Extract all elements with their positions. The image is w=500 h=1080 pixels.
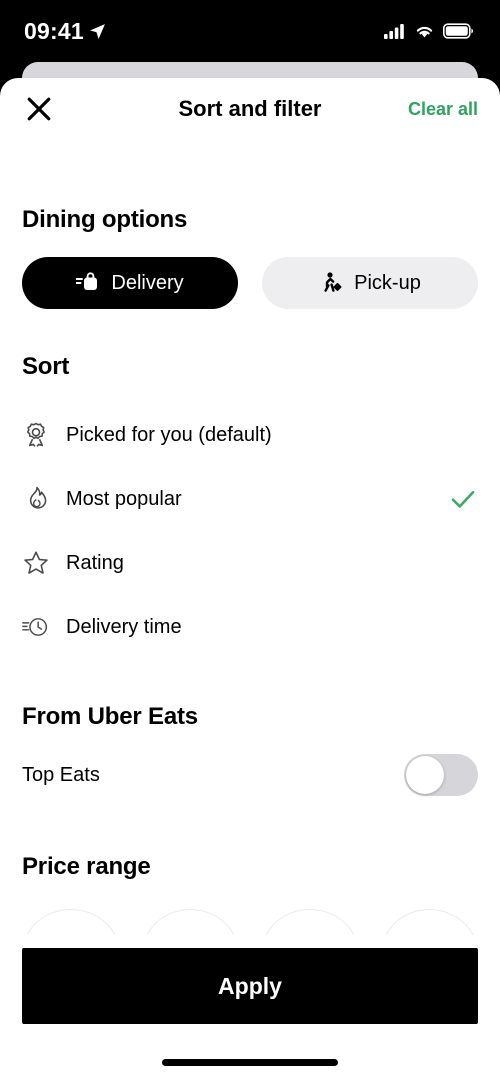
- top-eats-label: Top Eats: [22, 763, 100, 786]
- price-range-title: Price range: [22, 853, 151, 880]
- dining-option-pickup[interactable]: Pick-up: [262, 257, 478, 309]
- sort-option-label: Delivery time: [66, 615, 182, 638]
- sheet-header: Sort and filter Clear all: [0, 78, 500, 140]
- status-bar: 09:41: [0, 0, 500, 62]
- battery-full-icon: [443, 23, 473, 39]
- sort-options-list: Picked for you (default) Most popular Ra…: [22, 403, 478, 659]
- sort-option-most-popular[interactable]: Most popular: [22, 467, 478, 531]
- phone-screen: 09:41 Sort and filter Clear all Dining o…: [0, 0, 500, 1080]
- flame-icon: [22, 485, 60, 513]
- clear-all-button[interactable]: Clear all: [408, 99, 478, 120]
- dining-option-delivery[interactable]: Delivery: [22, 257, 238, 309]
- clock-speed-icon: [22, 613, 60, 641]
- sort-and-filter-sheet: Sort and filter Clear all Dining options…: [0, 78, 500, 1080]
- top-eats-toggle[interactable]: [404, 754, 478, 796]
- toggle-knob: [406, 756, 444, 794]
- status-bar-right: [384, 23, 474, 39]
- cellular-signal-icon: [384, 24, 404, 39]
- status-time: 09:41: [24, 17, 84, 44]
- close-button[interactable]: [22, 92, 56, 126]
- location-arrow-icon: [89, 23, 105, 39]
- from-uber-eats-title: From Uber Eats: [22, 703, 198, 730]
- walking-person-icon: [324, 272, 342, 292]
- apply-button[interactable]: Apply: [22, 948, 478, 1024]
- sort-option-label: Picked for you (default): [66, 423, 272, 446]
- close-icon: [27, 97, 51, 121]
- sheet-content: Dining options Delivery Pick-up Sort Pic…: [0, 206, 500, 999]
- star-icon: [22, 549, 60, 577]
- dining-option-delivery-label: Delivery: [111, 271, 184, 294]
- home-indicator: [162, 1059, 338, 1066]
- sort-option-rating[interactable]: Rating: [22, 531, 478, 595]
- dining-option-pickup-label: Pick-up: [354, 271, 421, 294]
- status-bar-left: 09:41: [24, 18, 106, 45]
- sort-title: Sort: [22, 353, 70, 380]
- delivery-bag-icon: [76, 272, 98, 290]
- sort-option-label: Most popular: [66, 487, 182, 510]
- sort-option-label: Rating: [66, 551, 124, 574]
- dining-options-title: Dining options: [22, 206, 188, 233]
- sort-option-delivery-time[interactable]: Delivery time: [22, 595, 478, 659]
- wifi-icon: [416, 26, 433, 38]
- award-ribbon-icon: [22, 421, 60, 449]
- apply-bar: Apply: [0, 935, 500, 1080]
- top-eats-row: Top Eats: [22, 739, 478, 811]
- checkmark-icon: [448, 484, 478, 514]
- sort-option-picked-for-you[interactable]: Picked for you (default): [22, 403, 478, 467]
- dining-options-group: Delivery Pick-up: [22, 257, 478, 309]
